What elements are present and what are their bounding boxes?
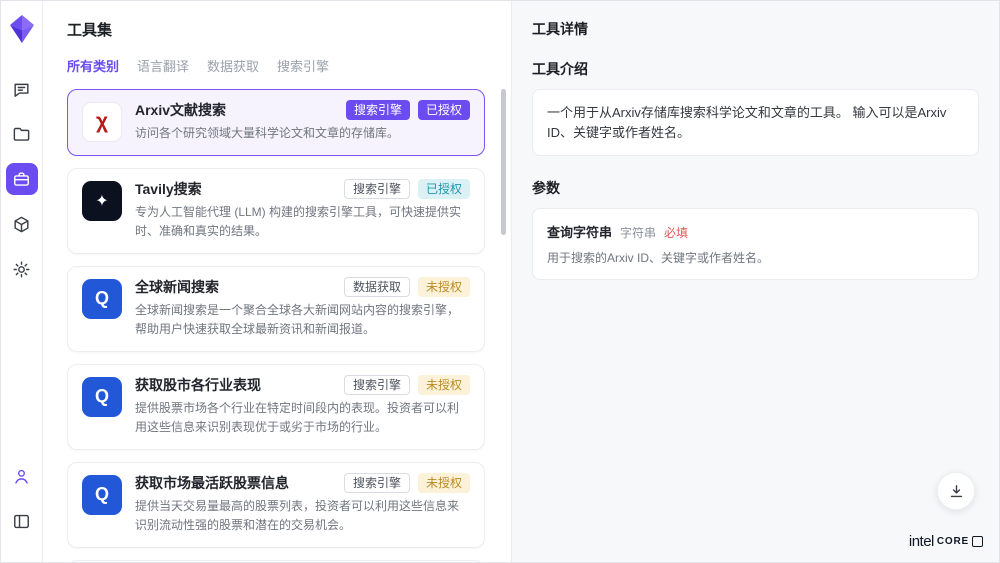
auth-badge: 未授权 (418, 473, 470, 493)
download-button[interactable] (937, 472, 975, 510)
tool-desc: 专为人工智能代理 (LLM) 构建的搜索引擎工具，可快速提供实时、准确和真实的结… (135, 203, 470, 241)
download-icon (948, 483, 965, 500)
user-icon (12, 467, 31, 486)
folder-icon (12, 125, 31, 144)
page-title: 工具集 (67, 19, 485, 40)
tool-detail-pane: 工具详情 工具介绍 一个用于从Arxiv存储库搜索科学论文和文章的工具。 输入可… (511, 1, 999, 562)
tavily-sparkle-icon: ✦ (82, 181, 122, 221)
param-type: 字符串 (620, 224, 656, 241)
sidebar-item-chat[interactable] (6, 73, 38, 105)
intro-section-title: 工具介绍 (532, 59, 979, 79)
cube-icon (12, 215, 31, 234)
auth-badge: 已授权 (418, 100, 470, 120)
tool-list: χ Arxiv文献搜索 搜索引擎 已授权 访问各个研究领域大量科学论文和文章的存… (67, 89, 485, 563)
tool-desc: 全球新闻搜索是一个聚合全球各大新闻网站内容的搜索引擎，帮助用户快速获取全球最新资… (135, 301, 470, 339)
tool-card-regional-news[interactable]: 万维地区新闻查询 搜索引擎 未授权 查询具体行政区划内的新闻，快速了解各地新闻动 (67, 560, 485, 563)
intel-core-logo: intel CORE (909, 533, 983, 550)
briefcase-icon (12, 170, 31, 189)
intro-card: 一个用于从Arxiv存储库搜索科学论文和文章的工具。 输入可以是Arxiv ID… (532, 89, 979, 156)
auth-badge: 已授权 (418, 179, 470, 199)
tool-card-sector-performance[interactable]: Q 获取股市各行业表现 搜索引擎 未授权 提供股票市场各个行业在特定时间段内的表… (67, 364, 485, 450)
chat-icon (12, 80, 31, 99)
gear-icon (12, 260, 31, 279)
category-badge: 搜索引擎 (344, 375, 410, 395)
core-wordmark: CORE (937, 536, 969, 547)
sidebar-item-collapse[interactable] (6, 505, 38, 537)
toolset-pane: 工具集 所有类别 语言翻译 数据获取 搜索引擎 χ Arxiv文献搜索 搜索引擎… (43, 1, 511, 562)
intro-text: 一个用于从Arxiv存储库搜索科学论文和文章的工具。 输入可以是Arxiv ID… (547, 103, 964, 142)
app-logo[interactable] (10, 15, 34, 43)
q-logo-icon: Q (82, 377, 122, 417)
tool-title: 获取股市各行业表现 (135, 375, 261, 395)
tool-card-arxiv[interactable]: χ Arxiv文献搜索 搜索引擎 已授权 访问各个研究领域大量科学论文和文章的存… (67, 89, 485, 156)
app-root: 工具集 所有类别 语言翻译 数据获取 搜索引擎 χ Arxiv文献搜索 搜索引擎… (0, 0, 1000, 563)
sidebar-item-plugins[interactable] (6, 208, 38, 240)
tab-search-engine[interactable]: 搜索引擎 (277, 56, 329, 75)
core-badge-box (972, 536, 983, 547)
tab-language-translation[interactable]: 语言翻译 (137, 56, 189, 75)
category-badge: 搜索引擎 (344, 473, 410, 493)
category-badge: 数据获取 (344, 277, 410, 297)
list-scrollbar (501, 89, 506, 557)
param-desc: 用于搜索的Arxiv ID、关键字或作者姓名。 (547, 249, 964, 266)
tab-all-categories[interactable]: 所有类别 (67, 56, 119, 75)
sidebar-item-settings[interactable] (6, 253, 38, 285)
category-badge: 搜索引擎 (346, 100, 410, 120)
sidebar-item-files[interactable] (6, 118, 38, 150)
params-section-title: 参数 (532, 178, 979, 198)
scrollbar-thumb[interactable] (501, 89, 506, 235)
sidebar-item-user[interactable] (6, 460, 38, 492)
tool-title: 获取市场最活跃股票信息 (135, 473, 289, 493)
category-badge: 搜索引擎 (344, 179, 410, 199)
tool-card-global-news[interactable]: Q 全球新闻搜索 数据获取 未授权 全球新闻搜索是一个聚合全球各大新闻网站内容的… (67, 266, 485, 352)
tab-data-fetch[interactable]: 数据获取 (207, 56, 259, 75)
q-logo-icon: Q (82, 279, 122, 319)
layout-panel-icon (12, 512, 31, 531)
tool-card-most-active-stocks[interactable]: Q 获取市场最活跃股票信息 搜索引擎 未授权 提供当天交易量最高的股票列表，投资… (67, 462, 485, 548)
tool-card-tavily[interactable]: ✦ Tavily搜索 搜索引擎 已授权 专为人工智能代理 (LLM) 构建的搜索… (67, 168, 485, 254)
app-logo-icon (10, 15, 34, 43)
tool-title: 全球新闻搜索 (135, 277, 219, 297)
arxiv-logo-icon: χ (82, 102, 122, 142)
detail-title: 工具详情 (532, 19, 979, 39)
tool-desc: 提供当天交易量最高的股票列表，投资者可以利用这些信息来识别流动性强的股票和潜在的… (135, 497, 470, 535)
tool-desc: 提供股票市场各个行业在特定时间段内的表现。投资者可以利用这些信息来识别表现优于或… (135, 399, 470, 437)
sidebar-item-tools[interactable] (6, 163, 38, 195)
intel-wordmark: intel (909, 533, 934, 550)
tool-title: Arxiv文献搜索 (135, 100, 226, 120)
category-tabs: 所有类别 语言翻译 数据获取 搜索引擎 (67, 56, 485, 75)
auth-badge: 未授权 (418, 277, 470, 297)
param-required-badge: 必填 (664, 224, 688, 241)
param-card: 查询字符串 字符串 必填 用于搜索的Arxiv ID、关键字或作者姓名。 (532, 208, 979, 280)
tool-title: Tavily搜索 (135, 179, 202, 199)
param-name: 查询字符串 (547, 222, 612, 241)
sidebar (1, 1, 43, 562)
tool-desc: 访问各个研究领域大量科学论文和文章的存储库。 (135, 124, 470, 143)
q-logo-icon: Q (82, 475, 122, 515)
auth-badge: 未授权 (418, 375, 470, 395)
